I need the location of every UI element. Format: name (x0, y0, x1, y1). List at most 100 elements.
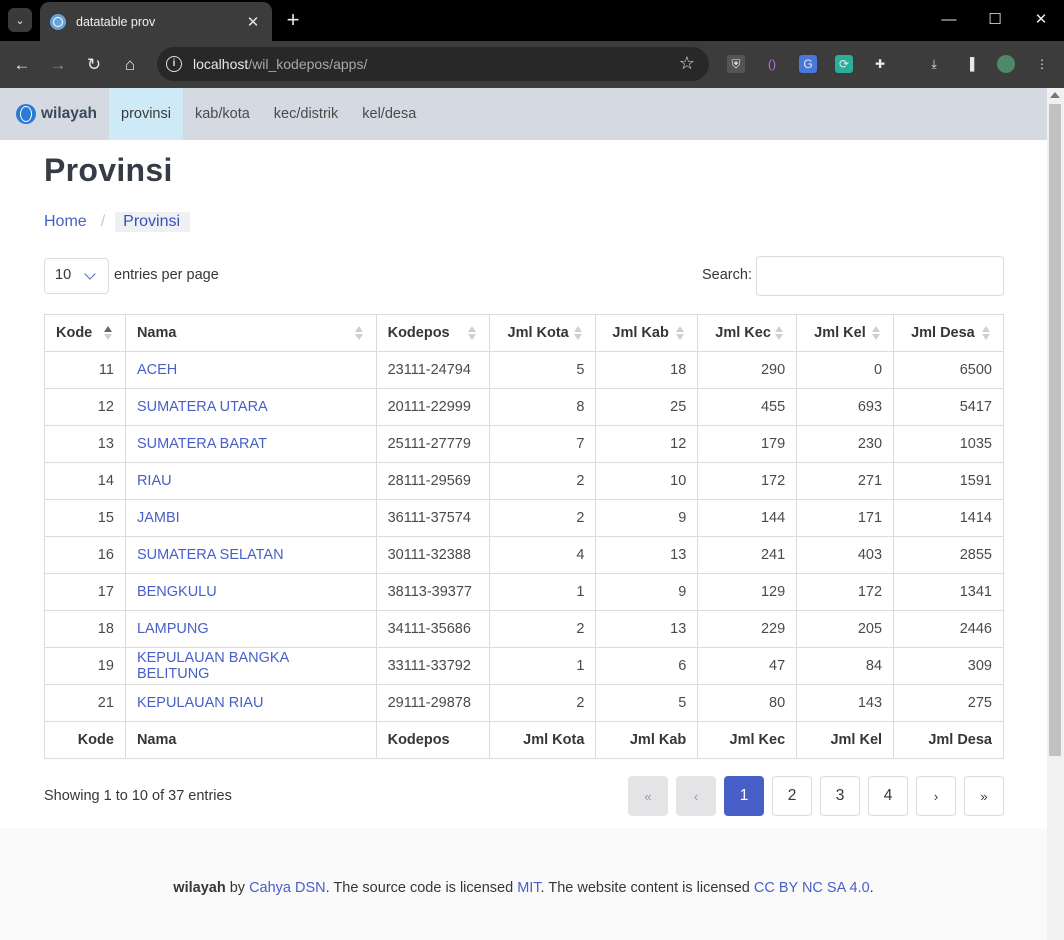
new-tab-button[interactable]: + (282, 8, 304, 32)
profile-icon[interactable] (997, 55, 1015, 73)
column-header-jml-kota[interactable]: Jml Kota (488, 314, 597, 352)
column-header-jml-kab[interactable]: Jml Kab (595, 314, 699, 352)
cell-kodepos: 20111-22999 (375, 388, 490, 426)
code-icon[interactable]: () (763, 55, 781, 73)
cell-nama: LAMPUNG (124, 610, 377, 648)
cc-license-link[interactable]: CC BY NC SA 4.0 (754, 880, 870, 896)
nav-item-kel-desa[interactable]: kel/desa (350, 88, 428, 140)
tab-close-icon[interactable]: ✕ (244, 13, 262, 31)
footer-header-kode: Kode (44, 721, 126, 759)
cell-jml-kec: 290 (697, 351, 798, 389)
reload-icon[interactable]: ↻ (81, 52, 107, 78)
province-link[interactable]: KEPULAUAN RIAU (137, 695, 264, 711)
nav-item-provinsi[interactable]: provinsi (109, 88, 183, 140)
column-header-jml-kec[interactable]: Jml Kec (697, 314, 798, 352)
cell-kodepos: 38113-39377 (375, 573, 490, 611)
cell-jml-kel: 230 (796, 425, 895, 463)
last-page-button[interactable]: » (964, 776, 1004, 816)
cell-jml-kab: 6 (595, 647, 699, 685)
column-header-jml-desa[interactable]: Jml Desa (893, 314, 1004, 352)
cell-jml-kota: 1 (488, 573, 597, 611)
author-link[interactable]: Cahya DSN (249, 880, 326, 896)
shield-icon[interactable]: ⛨ (727, 55, 745, 73)
cell-jml-desa: 1035 (893, 425, 1004, 463)
sort-icon (467, 326, 477, 341)
cell-jml-kab: 10 (595, 462, 699, 500)
table-row: 15 JAMBI 36111-37574 2 9 144 171 1414 (44, 499, 1004, 537)
cell-kodepos: 28111-29569 (375, 462, 490, 500)
cell-nama: SUMATERA UTARA (124, 388, 377, 426)
cell-jml-kec: 144 (697, 499, 798, 537)
tab-search-chevron-icon[interactable]: ⌄ (8, 8, 32, 32)
cell-kodepos: 36111-37574 (375, 499, 490, 537)
home-icon[interactable]: ⌂ (117, 52, 143, 78)
province-link[interactable]: SUMATERA UTARA (137, 399, 268, 415)
minimize-button[interactable]: — (926, 8, 972, 32)
bookmark-star-icon[interactable]: ☆ (679, 53, 695, 74)
close-window-button[interactable]: ✕ (1018, 8, 1064, 32)
province-link[interactable]: SUMATERA SELATAN (137, 547, 284, 563)
cell-nama: KEPULAUAN BANGKA BELITUNG (124, 647, 377, 685)
cell-jml-kec: 179 (697, 425, 798, 463)
page-button-1[interactable]: 1 (724, 776, 764, 816)
footer-header-jml-desa: Jml Desa (893, 721, 1004, 759)
province-link[interactable]: SUMATERA BARAT (137, 436, 267, 452)
browser-tab[interactable]: datatable prov ✕ (40, 2, 272, 41)
cell-jml-desa: 1341 (893, 573, 1004, 611)
cell-nama: SUMATERA SELATAN (124, 536, 377, 574)
breadcrumb-current[interactable]: Provinsi (115, 212, 191, 232)
province-link[interactable]: JAMBI (137, 510, 180, 526)
footer-header-jml-kec: Jml Kec (697, 721, 798, 759)
cell-jml-kec: 172 (697, 462, 798, 500)
nav-item-kec-distrik[interactable]: kec/distrik (262, 88, 350, 140)
cell-kodepos: 33111-33792 (375, 647, 490, 685)
province-link[interactable]: LAMPUNG (137, 621, 209, 637)
download-icon[interactable]: ⤓ (925, 55, 943, 73)
first-page-button[interactable]: « (628, 776, 668, 816)
page-button-4[interactable]: 4 (868, 776, 908, 816)
translate-icon[interactable]: G (799, 55, 817, 73)
cell-jml-kab: 9 (595, 499, 699, 537)
cell-jml-kel: 205 (796, 610, 895, 648)
kebab-menu-icon[interactable]: ⋮ (1033, 55, 1051, 73)
column-header-kode[interactable]: Kode (44, 314, 126, 352)
footer-text: wilayah by Cahya DSN. The source code is… (173, 880, 874, 896)
column-header-nama[interactable]: Nama (124, 314, 377, 352)
address-bar[interactable]: i localhost/wil_kodepos/apps/ ☆ (157, 47, 709, 81)
site-info-icon[interactable]: i (166, 56, 182, 72)
next-page-button[interactable]: › (916, 776, 956, 816)
prev-page-button[interactable]: ‹ (676, 776, 716, 816)
province-link[interactable]: BENGKULU (137, 584, 217, 600)
scroll-up-arrow-icon[interactable] (1050, 92, 1060, 98)
table-row: 14 RIAU 28111-29569 2 10 172 271 1591 (44, 462, 1004, 500)
puzzle-icon[interactable]: ✚ (871, 55, 889, 73)
scrollbar-thumb[interactable] (1049, 104, 1061, 756)
cell-jml-kel: 403 (796, 536, 895, 574)
sidepanel-icon[interactable]: ▐ (961, 55, 979, 73)
mit-license-link[interactable]: MIT (517, 880, 540, 896)
column-header-jml-kel[interactable]: Jml Kel (796, 314, 895, 352)
province-link[interactable]: ACEH (137, 362, 177, 378)
search-input[interactable] (756, 256, 1004, 296)
provinsi-table: Kode Nama Kodepos Jml Kota Jml Kab Jml K… (44, 314, 1004, 759)
forward-arrow-icon[interactable]: → (45, 52, 71, 78)
page-button-3[interactable]: 3 (820, 776, 860, 816)
per-page-select[interactable]: 10 (44, 258, 109, 294)
sort-icon (775, 326, 784, 341)
back-arrow-icon[interactable]: ← (9, 52, 35, 78)
page-button-2[interactable]: 2 (772, 776, 812, 816)
site-navbar: wilayah provinsi kab/kota kec/distrik ke… (0, 88, 1047, 140)
footer-header-nama: Nama (124, 721, 377, 759)
cell-jml-kota: 2 (488, 684, 597, 722)
brand-link[interactable]: wilayah (0, 88, 109, 140)
cell-jml-kel: 172 (796, 573, 895, 611)
province-link[interactable]: KEPULAUAN BANGKA BELITUNG (137, 650, 289, 682)
cell-jml-kec: 241 (697, 536, 798, 574)
column-header-kodepos[interactable]: Kodepos (375, 314, 490, 352)
cell-kode: 17 (44, 573, 126, 611)
breadcrumb-home-link[interactable]: Home (44, 213, 87, 231)
nav-item-kab-kota[interactable]: kab/kota (183, 88, 262, 140)
maximize-button[interactable]: ☐ (972, 8, 1018, 32)
province-link[interactable]: RIAU (137, 473, 172, 489)
sync-icon[interactable]: ⟳ (835, 55, 853, 73)
